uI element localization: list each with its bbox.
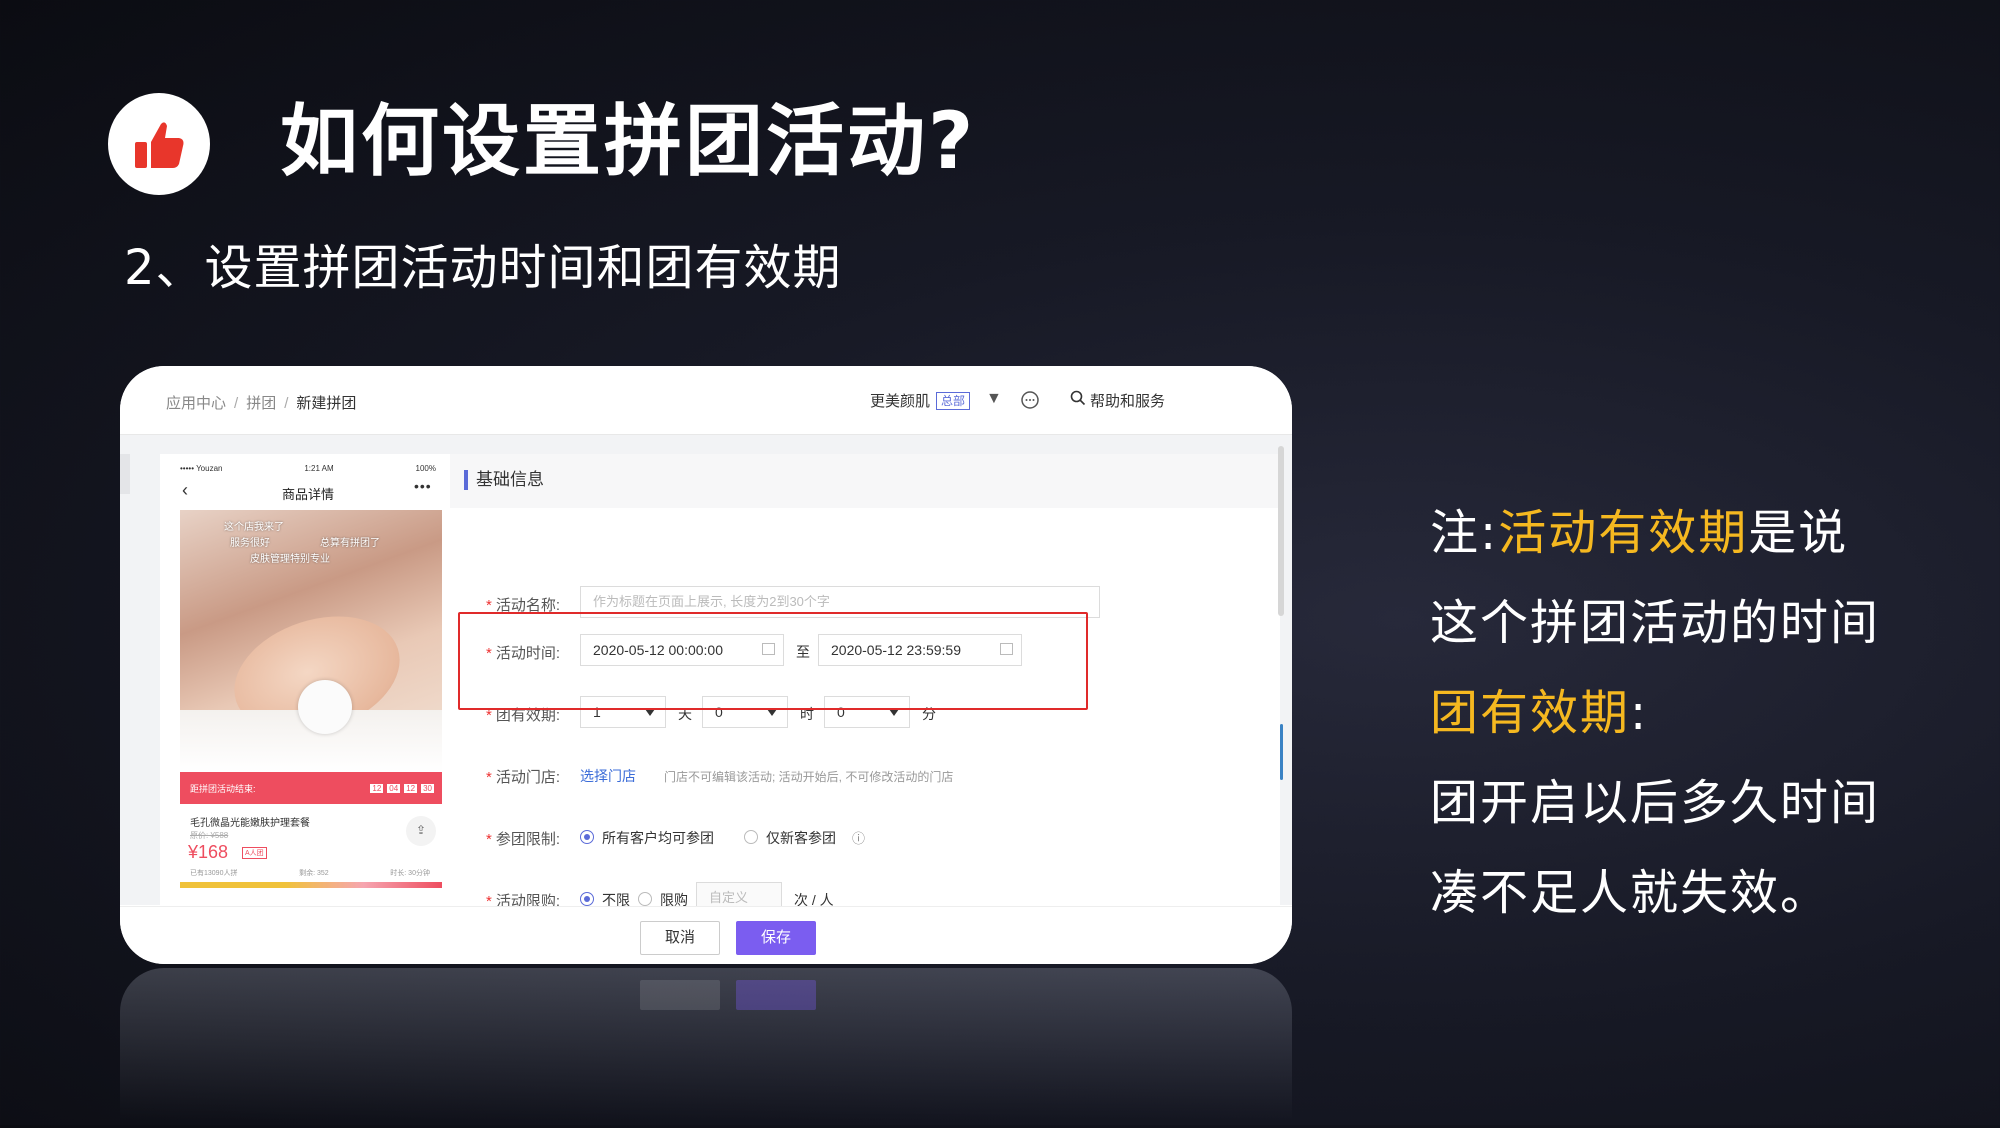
section-title: 基础信息 — [464, 470, 544, 490]
help-link[interactable]: 帮助和服务 — [1090, 390, 1165, 411]
countdown-days: 12 — [370, 783, 384, 793]
dropdown-arrow-icon — [767, 709, 777, 716]
product-stats: 已有13090人拼 剩余: 352 时长: 30分钟 — [190, 868, 430, 878]
preview-title: 商品详情 — [281, 487, 334, 502]
reflection-save — [736, 980, 816, 1010]
original-price: 原价: ¥588 — [190, 831, 229, 840]
status-carrier: ••••• Youzan — [180, 464, 223, 473]
save-button[interactable]: 保存 — [736, 921, 816, 955]
slide-title: 如何设置拼团活动? — [280, 97, 977, 187]
product-name: 毛孔微晶光能嫩肤护理套餐 — [190, 818, 310, 829]
breadcrumb-item[interactable]: 应用中心 — [166, 395, 226, 412]
explanation-note: 注:活动有效期是说 这个拼团活动的时间 团有效期: 团开启以后多久时间 凑不足人… — [1430, 488, 1970, 938]
dropdown-arrow-icon — [645, 709, 655, 716]
status-time: 1:21 AM — [304, 464, 334, 473]
note-line-1: 注:活动有效期是说 — [1430, 505, 1849, 561]
help-icon[interactable]: ⓘ — [852, 828, 865, 847]
note-line-4: 团开启以后多久时间 — [1430, 775, 1881, 831]
share-icon: ⇪ — [406, 816, 436, 846]
countdown-minutes: 12 — [404, 783, 418, 793]
shop-switcher[interactable]: 更美颜肌 总部 — [870, 390, 971, 411]
group-tag: A人团 — [242, 847, 267, 859]
side-strip — [120, 454, 130, 494]
store-label: * 活动门店: — [485, 769, 560, 786]
limit-all-label[interactable]: 所有客户均可参团 — [602, 828, 714, 848]
danmaku-text: 皮肤管理特别专业 — [250, 554, 330, 565]
scroll-indicator — [1280, 724, 1283, 780]
product-image: 这个店我来了 服务很好 总算有拼团了 皮肤管理特别专业 — [180, 510, 442, 772]
store-note: 门店不可编辑该活动; 活动开始后, 不可修改活动的门店 — [664, 770, 954, 784]
thumbs-up-icon — [135, 122, 184, 168]
countdown-label: 距拼团活动结束: — [190, 783, 256, 794]
search-icon[interactable] — [1070, 390, 1086, 411]
highlight-box — [458, 612, 1088, 710]
select-store-link[interactable]: 选择门店 — [580, 766, 636, 786]
limit-all-radio[interactable] — [580, 830, 594, 844]
stat-joined: 已有13090人拼 — [190, 870, 238, 877]
more-icon: ••• — [414, 478, 432, 494]
countdown-bar: 距拼团活动结束: 12 04 12 30 — [180, 772, 442, 804]
note-line-3: 团有效期: — [1430, 685, 1649, 741]
note-line-5: 凑不足人就失效。 — [1430, 865, 1831, 921]
cotton-pad-graphic — [298, 680, 352, 734]
stat-time: 时长: 30分钟 — [390, 870, 430, 877]
section-header: 基础信息 — [450, 454, 1280, 508]
danmaku-text: 总算有拼团了 — [320, 538, 380, 549]
screenshot-card: 应用中心 / 拼团 / 新建拼团 更美颜肌 总部 ▼ 帮助和服务 ••••• Youza… — [120, 366, 1292, 964]
danmaku-text: 服务很好 — [230, 538, 270, 549]
dropdown-arrow-icon — [889, 709, 899, 716]
limit-new-radio[interactable] — [744, 830, 758, 844]
slide-subtitle: 2、设置拼团活动时间和团有效期 — [124, 240, 842, 296]
reflection-cancel — [640, 980, 720, 1010]
scrollbar[interactable] — [1278, 446, 1284, 616]
message-icon[interactable] — [1020, 390, 1040, 415]
breadcrumb-item[interactable]: 拼团 — [246, 395, 276, 412]
group-price: ¥168 — [188, 842, 229, 862]
preview-bottom-bar — [180, 882, 442, 888]
countdown-hours: 04 — [387, 783, 401, 793]
danmaku-text: 这个店我来了 — [224, 522, 284, 533]
shop-name: 更美颜肌 — [870, 393, 931, 410]
purchase-limited-radio[interactable] — [638, 892, 652, 906]
stat-left: 剩余: 352 — [299, 870, 329, 877]
highlight-activity-period: 活动有效期 — [1498, 505, 1749, 561]
note-line-2: 这个拼团活动的时间 — [1430, 595, 1881, 651]
phone-status-bar: ••••• Youzan 1:21 AM 100% — [180, 464, 436, 473]
highlight-group-validity: 团有效期 — [1430, 685, 1631, 741]
form-footer: 取消 保存 — [120, 906, 1292, 964]
basic-info-form: 基础信息 * 活动名称: 作为标题在页面上展示, 长度为2到30个字 * 活动时间:… — [450, 454, 1280, 914]
join-limit-label: * 参团限制: — [485, 831, 560, 848]
breadcrumb-current: 新建拼团 — [296, 395, 357, 412]
card-reflection — [120, 968, 1292, 1128]
purchase-unlimited-radio[interactable] — [580, 892, 594, 906]
cancel-button[interactable]: 取消 — [640, 921, 720, 955]
shop-badge: 总部 — [936, 391, 971, 410]
countdown-seconds: 30 — [421, 783, 434, 793]
status-battery: 100% — [415, 464, 436, 473]
breadcrumb: 应用中心 / 拼团 / 新建拼团 — [166, 395, 357, 412]
thumbs-up-logo — [108, 93, 210, 195]
top-bar: 应用中心 / 拼团 / 新建拼团 更美颜肌 总部 ▼ 帮助和服务 — [120, 366, 1292, 435]
limit-new-label[interactable]: 仅新客参团 — [766, 828, 836, 848]
caret-down-icon[interactable]: ▼ — [986, 390, 1002, 408]
